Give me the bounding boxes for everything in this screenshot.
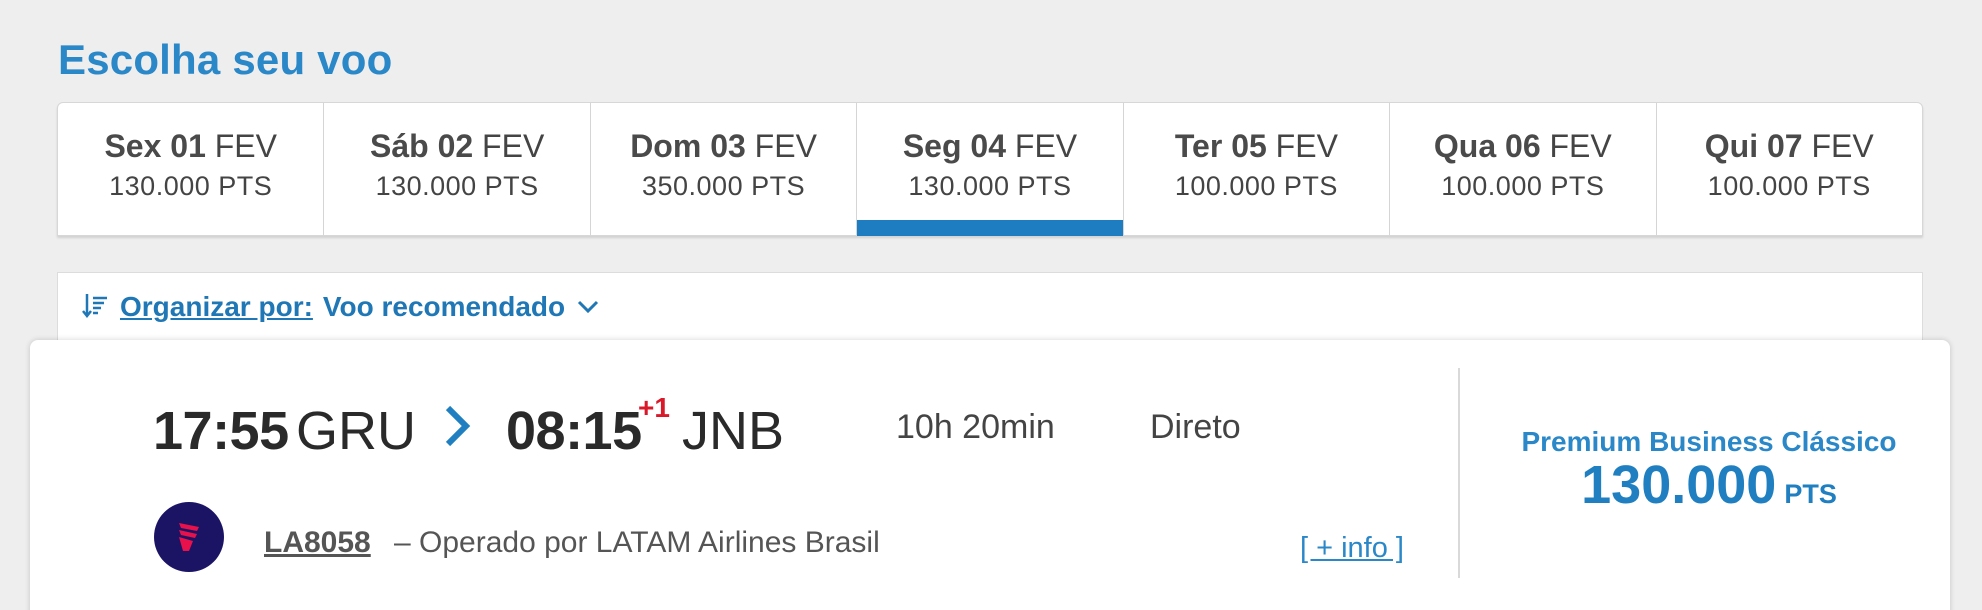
date-tab-date: Dom 03 FEV: [630, 126, 817, 166]
date-tab-month: FEV: [1549, 128, 1612, 164]
date-tab-day: Ter 05: [1174, 128, 1267, 164]
chevron-down-icon: [578, 300, 599, 314]
sort-value-text: Voo recomendado: [322, 291, 566, 322]
date-tab[interactable]: Sáb 02 FEV 130.000 PTS: [324, 103, 591, 235]
latam-logo-icon: [179, 523, 199, 551]
date-tab-day: Dom 03: [630, 128, 746, 164]
date-tab[interactable]: Qua 06 FEV 100.000 PTS: [1390, 103, 1657, 235]
date-tab[interactable]: Ter 05 FEV 100.000 PTS: [1124, 103, 1391, 235]
card-divider: [1458, 368, 1460, 578]
flight-selection-page: Escolha seu voo Sex 01 FEV 130.000 PTS Sáb…: [0, 0, 1982, 610]
date-tab-day: Sáb 02: [369, 128, 474, 164]
date-tab-date: Qua 06 FEV: [1434, 126, 1612, 166]
date-tab-date: Seg 04 FEV: [903, 126, 1077, 166]
date-tab-month: FEV: [482, 128, 545, 164]
fare-unit: PTS: [1784, 479, 1837, 509]
more-info-link[interactable]: [ + info ]: [1300, 532, 1404, 565]
date-tab-points: 100.000 PTS: [1174, 171, 1338, 201]
date-tab[interactable]: Sex 01 FEV 130.000 PTS: [58, 103, 325, 235]
fare-price[interactable]: 130.000 PTS: [1468, 454, 1950, 516]
departure-airport: GRU: [296, 401, 416, 461]
date-tab-date: Sex 01 FEV: [104, 126, 277, 166]
flight-stops: Direto: [1150, 408, 1241, 446]
flight-card[interactable]: 17:55 GRU 08:15 +1 JNB 10h 20min Direto …: [30, 340, 1950, 610]
departure-time: 17:55: [153, 401, 289, 461]
chevron-right-icon: [445, 405, 471, 447]
sort-dropdown[interactable]: Voo recomendado: [323, 291, 599, 323]
date-tab-month: FEV: [754, 128, 817, 164]
date-tab-date: Qui 07 FEV: [1705, 126, 1874, 166]
date-tab-points: 130.000 PTS: [908, 171, 1072, 201]
date-tab-date: Ter 05 FEV: [1175, 126, 1338, 166]
date-tab-selected[interactable]: Seg 04 FEV 130.000 PTS: [857, 103, 1124, 236]
arrival-time: 08:15: [506, 401, 642, 461]
airline-logo: [154, 502, 224, 572]
date-tab-month: FEV: [214, 128, 277, 164]
date-tab[interactable]: Qui 07 FEV 100.000 PTS: [1657, 103, 1922, 235]
date-tab-date: Sáb 02 FEV: [370, 126, 544, 166]
date-tab-points: 130.000 PTS: [375, 171, 539, 201]
fare-amount: 130.000: [1581, 455, 1777, 515]
date-tab-day: Qua 06: [1433, 128, 1541, 164]
day-offset-badge: +1: [638, 392, 670, 423]
date-tab-day: Sex 01: [104, 128, 206, 164]
date-tab-points: 100.000 PTS: [1441, 171, 1605, 201]
date-tab-month: FEV: [1275, 128, 1338, 164]
date-tab-points: 100.000 PTS: [1707, 171, 1871, 201]
flight-number-link[interactable]: LA8058: [264, 526, 371, 560]
flight-duration: 10h 20min: [896, 408, 1055, 446]
operated-by-text: – Operado por LATAM Airlines Brasil: [394, 526, 880, 559]
date-tab-points: 130.000 PTS: [109, 171, 273, 201]
arrival-airport: JNB: [682, 401, 785, 461]
sort-bar: Organizar por: Voo recomendado: [57, 272, 1923, 342]
date-tab-day: Qui 07: [1704, 128, 1803, 164]
sort-label-link[interactable]: Organizar por:: [120, 291, 313, 323]
sort-icon: [82, 294, 107, 319]
date-tab-day: Seg 04: [902, 128, 1006, 164]
date-tab-points: 350.000 PTS: [641, 171, 806, 201]
page-title: Escolha seu voo: [58, 36, 393, 83]
date-tab-month: FEV: [1014, 128, 1078, 164]
date-selector: Sex 01 FEV 130.000 PTS Sáb 02 FEV 130.000 P…: [57, 102, 1923, 236]
date-tab-month: FEV: [1811, 128, 1874, 164]
date-tab[interactable]: Dom 03 FEV 350.000 PTS: [591, 103, 858, 235]
